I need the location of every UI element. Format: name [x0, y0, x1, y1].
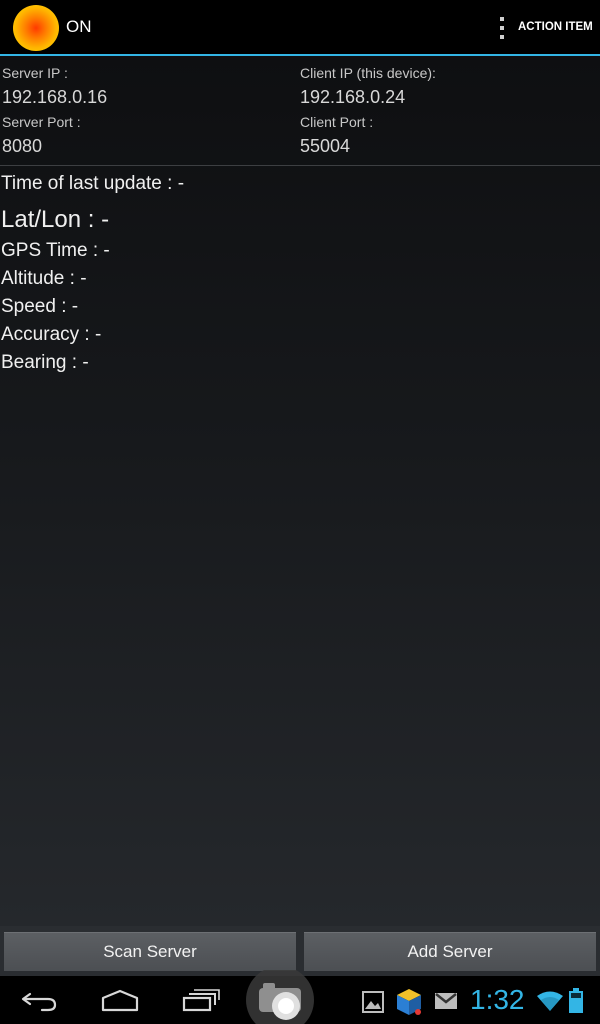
add-server-button[interactable]: Add Server [304, 932, 596, 971]
server-ip-label: Server IP : [2, 65, 68, 81]
section-divider [0, 165, 600, 166]
app-title: ON [66, 17, 92, 36]
recent-apps-icon[interactable] [182, 988, 220, 1012]
action-bar: ON ACTION ITEM [0, 0, 600, 54]
client-port-label: Client Port : [300, 114, 374, 130]
gallery-icon [362, 991, 384, 1013]
battery-icon [569, 988, 583, 1013]
client-port-value: 55004 [300, 136, 351, 156]
bearing-text: Bearing : - [1, 352, 89, 373]
client-ip-block: Client IP (this device): 192.168.0.24 [300, 65, 436, 108]
app-logo-icon[interactable] [13, 5, 59, 51]
system-clock: 1:32 [470, 984, 525, 1015]
gps-time-text: GPS Time : - [1, 240, 110, 261]
wifi-icon [537, 991, 563, 1011]
gmail-icon [435, 993, 457, 1009]
client-ip-label: Client IP (this device): [300, 65, 436, 81]
server-port-label: Server Port : [2, 114, 81, 130]
server-port-value: 8080 [2, 136, 43, 156]
system-bar: 1:32 [0, 970, 600, 1024]
client-port-block: Client Port : 55004 [300, 114, 373, 157]
overflow-menu-icon[interactable] [496, 17, 508, 41]
scan-server-button[interactable]: Scan Server [4, 932, 296, 971]
speed-text: Speed : - [1, 296, 79, 317]
button-bar: Scan Server Add Server [0, 926, 600, 976]
main-content: Server IP : 192.168.0.16 Client IP (this… [0, 56, 600, 926]
back-icon[interactable] [20, 988, 60, 1012]
server-ip-block: Server IP : 192.168.0.16 [2, 65, 107, 108]
altitude-text: Altitude : - [1, 268, 87, 289]
action-item-button[interactable]: ACTION ITEM [518, 21, 593, 33]
camera-icon[interactable] [243, 970, 317, 1024]
home-icon[interactable] [100, 988, 140, 1012]
screen: ON ACTION ITEM Server IP : 192.168.0.16 … [0, 0, 600, 1024]
last-update-text: Time of last update : - [1, 173, 185, 194]
server-port-block: Server Port : 8080 [2, 114, 81, 157]
client-ip-value: 192.168.0.24 [300, 87, 406, 107]
server-ip-value: 192.168.0.16 [2, 87, 108, 107]
lat-lon-text: Lat/Lon : - [1, 206, 110, 233]
box-app-icon [397, 989, 421, 1015]
accuracy-text: Accuracy : - [1, 324, 102, 345]
